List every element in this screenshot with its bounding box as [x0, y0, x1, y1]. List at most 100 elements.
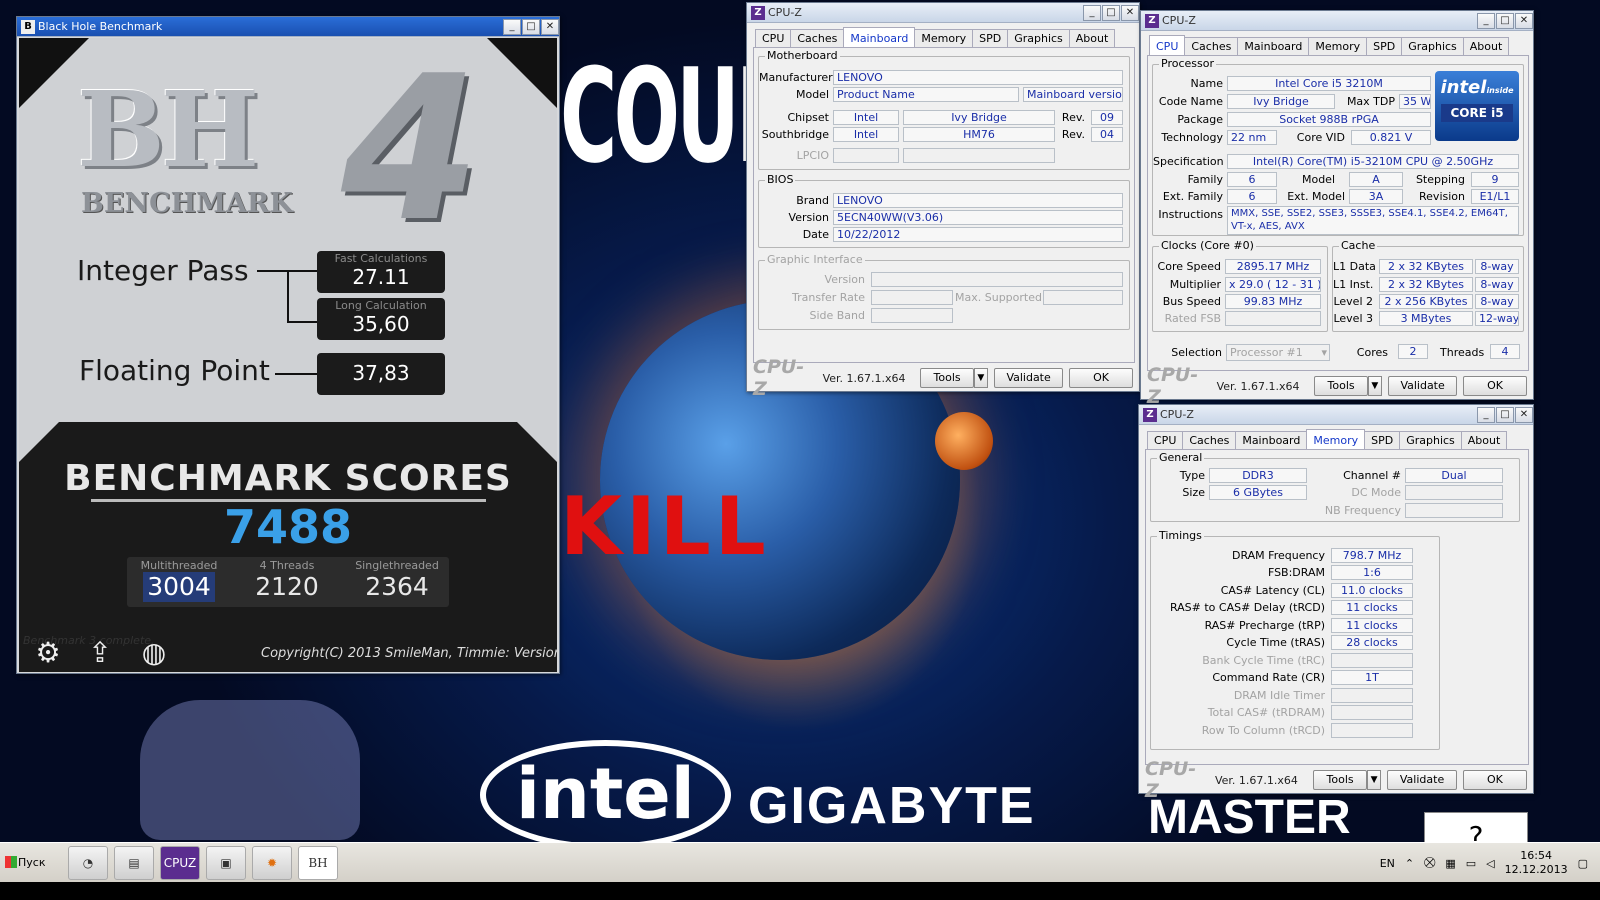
multiplier-value: x 29.0 ( 12 - 31 ) [1225, 277, 1321, 292]
close-button[interactable]: ✕ [1121, 4, 1139, 21]
validate-button[interactable]: Validate [994, 368, 1064, 388]
tray-power-icon[interactable]: ▭ [1466, 857, 1476, 870]
technology-label: Technology [1161, 131, 1223, 144]
clock[interactable]: 16:54 12.12.2013 [1505, 849, 1568, 877]
tab-mainboard[interactable]: Mainboard [843, 27, 916, 48]
intel-badge-inside: inside [1486, 86, 1514, 95]
minimize-button[interactable]: _ [1083, 4, 1101, 21]
taskbar-app-monitor-icon[interactable]: ▣ [206, 845, 246, 880]
tab-mainboard[interactable]: Mainboard [1235, 431, 1308, 450]
close-button[interactable]: ✕ [1515, 406, 1533, 423]
cas-latency-label: CAS# Latency (CL) [1220, 584, 1325, 597]
instructions-line-2: VT-x, AES, AVX [1231, 221, 1305, 232]
wallpaper-text-kill: KILL [560, 480, 770, 573]
tools-dropdown-arrow-icon[interactable]: ▼ [973, 368, 989, 388]
taskbar-app-speedometer-icon[interactable]: ◔ [68, 845, 108, 880]
tray-device-icon[interactable]: ▦ [1445, 857, 1455, 870]
taskbar-app-aida-icon[interactable]: ✹ [252, 845, 292, 880]
cpuz-titlebar[interactable]: Z CPU-Z _ □ ✕ [1139, 405, 1533, 425]
tray-expand-icon[interactable]: ⌃ [1405, 857, 1414, 870]
tab-cpu[interactable]: CPU [1149, 35, 1186, 56]
minimize-button[interactable]: _ [503, 18, 521, 35]
tab-mainboard[interactable]: Mainboard [1237, 37, 1310, 56]
southbridge-label: Southbridge [761, 128, 829, 141]
selection-value: Processor #1 [1230, 346, 1303, 359]
gi-version-value [871, 272, 1123, 287]
tab-graphics[interactable]: Graphics [1401, 37, 1464, 56]
tray-network-icon[interactable]: ⛒ [1424, 856, 1435, 870]
tab-memory[interactable]: Memory [1308, 37, 1368, 56]
settings-gear-icon[interactable]: ⚙ [31, 636, 65, 670]
validate-button[interactable]: Validate [1387, 770, 1457, 790]
core-speed-value: 2895.17 MHz [1225, 259, 1321, 274]
cpuz-memory-window: Z CPU-Z _ □ ✕ CPU Caches Mainboard Memor… [1138, 404, 1534, 802]
tools-button[interactable]: Tools [1314, 376, 1368, 396]
ok-button[interactable]: OK [1069, 368, 1133, 388]
tab-spd[interactable]: SPD [1366, 37, 1403, 56]
tab-graphics[interactable]: Graphics [1007, 29, 1070, 48]
cpuz-brand-logo: CPU-Z [1145, 758, 1197, 802]
maximize-button[interactable]: □ [1496, 406, 1514, 423]
tab-memory[interactable]: Memory [1306, 429, 1366, 450]
level3-way: 12-way [1475, 311, 1519, 326]
taskbar-app-folder-icon[interactable]: ▤ [114, 845, 154, 880]
upload-icon[interactable]: ⇪ [83, 636, 117, 670]
screen-bottom-strip [0, 882, 1600, 900]
chipset-vendor-value: Intel [833, 110, 899, 125]
system-tray: EN ⌃ ⛒ ▦ ▭ ◁ 16:54 12.12.2013 ▢ [1380, 843, 1600, 883]
tab-memory[interactable]: Memory [914, 29, 974, 48]
tab-about[interactable]: About [1462, 37, 1510, 56]
cpuz-titlebar[interactable]: Z CPU-Z _ □ ✕ [747, 3, 1139, 23]
motherboard-group: Motherboard Manufacturer LENOVO Model Pr… [758, 49, 1130, 170]
minimize-button[interactable]: _ [1477, 12, 1495, 29]
tools-button[interactable]: Tools [1313, 770, 1367, 790]
globe-icon[interactable]: ◍ [137, 636, 171, 670]
bh-score-panel-edge [19, 422, 557, 462]
ok-button[interactable]: OK [1463, 376, 1527, 396]
maximize-button[interactable]: □ [522, 18, 540, 35]
bus-speed-label: Bus Speed [1162, 295, 1221, 308]
ok-button[interactable]: OK [1462, 770, 1527, 790]
close-button[interactable]: ✕ [541, 18, 559, 35]
maximize-button[interactable]: □ [1102, 4, 1120, 21]
gi-version-label: Version [824, 273, 865, 286]
taskbar-app-cpuz-icon[interactable]: CPUZ [160, 845, 200, 880]
taskbar-app-bh-icon[interactable]: BH [298, 845, 338, 880]
tab-caches[interactable]: Caches [1184, 37, 1239, 56]
gi-transfer-label: Transfer Rate [792, 291, 865, 304]
cpuz-app-icon: Z [1145, 13, 1159, 28]
bh-titlebar[interactable]: B Black Hole Benchmark _ □ ✕ [17, 17, 559, 37]
row-to-column-value [1331, 723, 1413, 738]
fast-calculations-caption: Fast Calculations [334, 252, 428, 265]
tab-about[interactable]: About [1068, 29, 1116, 48]
start-button[interactable]: Пуск [2, 848, 54, 878]
bus-speed-value: 99.83 MHz [1225, 294, 1321, 309]
minimize-button[interactable]: _ [1477, 406, 1495, 423]
validate-button[interactable]: Validate [1388, 376, 1458, 396]
tab-cpu[interactable]: CPU [1147, 431, 1184, 450]
intel-core-i5-badge: intelinside CORE i5 [1435, 71, 1519, 141]
tab-spd[interactable]: SPD [1364, 431, 1401, 450]
tab-spd[interactable]: SPD [972, 29, 1009, 48]
cpuz-titlebar[interactable]: Z CPU-Z _ □ ✕ [1141, 11, 1533, 31]
tab-caches[interactable]: Caches [1182, 431, 1237, 450]
close-button[interactable]: ✕ [1515, 12, 1533, 29]
tools-button[interactable]: Tools [920, 368, 974, 388]
language-indicator[interactable]: EN [1380, 857, 1395, 870]
maximize-button[interactable]: □ [1496, 12, 1514, 29]
specification-label: Specification [1153, 155, 1224, 168]
processor-selection-dropdown[interactable]: Processor #1 ▾ [1226, 344, 1330, 361]
show-desktop-icon[interactable]: ▢ [1578, 857, 1588, 870]
tools-dropdown-arrow-icon[interactable]: ▼ [1367, 376, 1383, 396]
chipset-rev-label: Rev. [1061, 111, 1085, 124]
wallpaper-intel-logo: intel [480, 740, 731, 850]
tab-cpu[interactable]: CPU [755, 29, 792, 48]
tools-dropdown-arrow-icon[interactable]: ▼ [1366, 770, 1382, 790]
tab-about[interactable]: About [1460, 431, 1508, 450]
tab-caches[interactable]: Caches [790, 29, 845, 48]
clock-date: 12.12.2013 [1504, 863, 1568, 876]
tray-volume-icon[interactable]: ◁ [1486, 857, 1494, 870]
tab-graphics[interactable]: Graphics [1399, 431, 1462, 450]
south-vendor-value: Intel [833, 127, 899, 142]
codename-label: Code Name [1158, 95, 1223, 108]
